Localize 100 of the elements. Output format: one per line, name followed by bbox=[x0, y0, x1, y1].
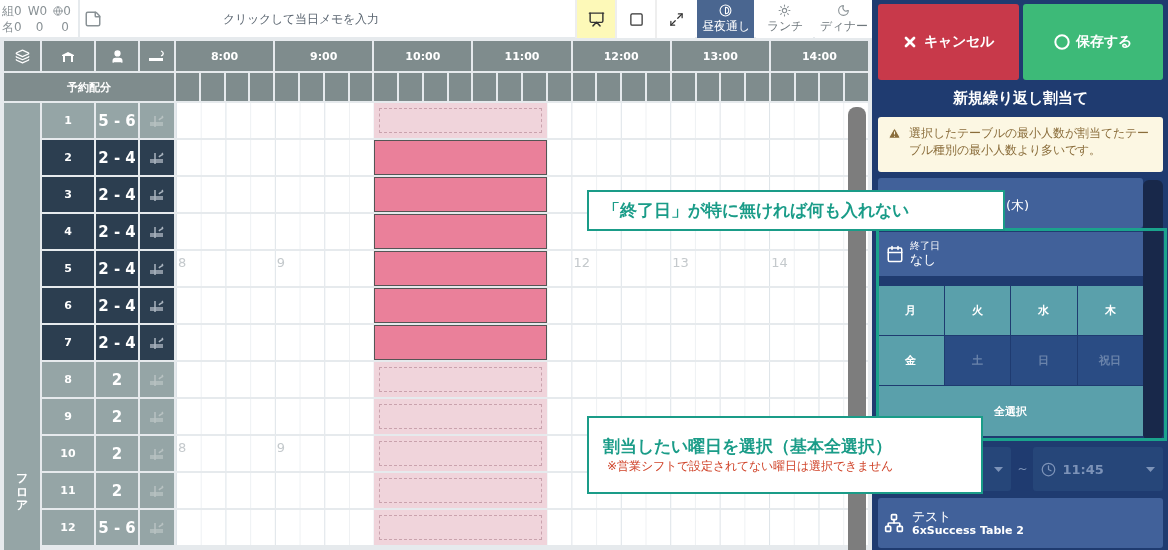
no-smoking-icon bbox=[149, 261, 165, 276]
table-number[interactable]: 8 bbox=[42, 362, 94, 397]
table-capacity: 2 - 4 bbox=[96, 177, 138, 212]
start-date-value: (木) bbox=[1006, 198, 1030, 214]
table-capacity: 2 bbox=[96, 436, 138, 471]
table-number[interactable]: 2 bbox=[42, 140, 94, 175]
allocation-block[interactable] bbox=[373, 140, 547, 175]
table-number[interactable]: 11 bbox=[42, 473, 94, 508]
allocation-block[interactable] bbox=[373, 288, 547, 323]
mode-tab[interactable]: 昼夜通し bbox=[697, 0, 754, 38]
hour-header: 8:00 bbox=[176, 41, 274, 71]
slot-header bbox=[349, 73, 373, 101]
slot-header bbox=[523, 73, 546, 101]
counter-value: 0 bbox=[39, 2, 48, 19]
table-number[interactable]: 1 bbox=[42, 103, 94, 138]
timeline-row[interactable]: 8 9 12 13 14 bbox=[176, 251, 868, 286]
weekday-toggle[interactable]: 月 bbox=[878, 286, 944, 335]
slot-header bbox=[622, 73, 645, 101]
table-capacity: 2 - 4 bbox=[96, 325, 138, 360]
no-smoking-icon bbox=[149, 187, 165, 202]
floor-label: フロア bbox=[16, 472, 28, 512]
no-smoking-icon bbox=[149, 409, 165, 424]
slot-header bbox=[448, 73, 472, 101]
slot-header bbox=[646, 73, 670, 101]
slot-header bbox=[597, 73, 621, 101]
layers-icon bbox=[14, 48, 30, 64]
hour-mark: 14 bbox=[770, 255, 788, 270]
allocation-block[interactable] bbox=[373, 325, 547, 360]
slot-header bbox=[547, 73, 571, 101]
weekday-toggle[interactable]: 金 bbox=[878, 336, 944, 385]
table-number[interactable]: 6 bbox=[42, 288, 94, 323]
timeline-row[interactable] bbox=[176, 288, 868, 323]
slot-header bbox=[225, 73, 249, 101]
smoking-icon bbox=[148, 50, 166, 62]
timeline-row[interactable] bbox=[176, 140, 868, 175]
expand-button[interactable] bbox=[655, 0, 695, 38]
cancel-button[interactable]: キャンセル bbox=[878, 4, 1019, 80]
allocation-block[interactable] bbox=[373, 251, 547, 286]
scrollbar[interactable] bbox=[1143, 180, 1163, 440]
weekday-toggle[interactable]: 火 bbox=[944, 286, 1010, 335]
memo-input[interactable]: クリックして当日メモを入力 bbox=[102, 0, 499, 37]
table-capacity: 5 - 6 bbox=[96, 103, 138, 138]
slot-header bbox=[572, 73, 596, 101]
no-smoking-icon bbox=[149, 150, 165, 165]
hour-header: 13:00 bbox=[671, 41, 769, 71]
caret-icon bbox=[994, 466, 1004, 472]
presenter-button[interactable] bbox=[575, 0, 615, 38]
weekday-toggle[interactable]: 木 bbox=[1077, 286, 1143, 335]
hour-mark: 13 bbox=[671, 255, 689, 270]
moon-icon bbox=[837, 3, 850, 17]
weekday-toggle[interactable]: 土 bbox=[944, 336, 1010, 385]
table-icon bbox=[61, 50, 75, 62]
table-number[interactable]: 3 bbox=[42, 177, 94, 212]
slot-header bbox=[473, 73, 497, 101]
no-smoking-icon bbox=[149, 113, 165, 128]
globe-icon bbox=[53, 5, 64, 16]
weekday-toggle[interactable]: 日 bbox=[1011, 336, 1077, 385]
slot-header bbox=[250, 73, 274, 101]
timeline-row[interactable] bbox=[176, 103, 868, 138]
timeline-row[interactable] bbox=[176, 510, 868, 545]
table-capacity: 2 - 4 bbox=[96, 251, 138, 286]
calendar-icon bbox=[886, 245, 904, 263]
table-number[interactable]: 7 bbox=[42, 325, 94, 360]
hour-mark: 8 bbox=[177, 440, 187, 455]
hour-header: 14:00 bbox=[770, 41, 868, 71]
allocation-header: 予約配分 bbox=[4, 73, 174, 101]
weekday-toggle[interactable]: 祝日 bbox=[1077, 336, 1143, 385]
timeline-row[interactable] bbox=[176, 325, 868, 360]
square-button[interactable] bbox=[615, 0, 655, 38]
allocation-block[interactable] bbox=[373, 177, 547, 212]
slot-header bbox=[845, 73, 868, 101]
end-date-value: なし bbox=[910, 252, 937, 268]
end-time-select[interactable]: 11:45 bbox=[1033, 447, 1163, 491]
table-number[interactable]: 10 bbox=[42, 436, 94, 471]
weekday-toggle[interactable]: 水 bbox=[1011, 286, 1077, 335]
counter-value: 0 bbox=[14, 2, 22, 19]
save-button[interactable]: 保存する bbox=[1022, 4, 1163, 80]
table-card[interactable]: テスト 6xSuccess Table 2 bbox=[878, 498, 1163, 548]
no-smoking-icon bbox=[149, 520, 165, 535]
expand-icon bbox=[668, 11, 684, 27]
slot-header bbox=[820, 73, 844, 101]
table-card-title: テスト bbox=[912, 508, 952, 525]
table-number[interactable]: 9 bbox=[42, 399, 94, 434]
table-number[interactable]: 5 bbox=[42, 251, 94, 286]
slot-header bbox=[399, 73, 422, 101]
allocation-block[interactable] bbox=[373, 214, 547, 249]
slot-header bbox=[176, 73, 199, 101]
hour-mark: 9 bbox=[275, 440, 286, 455]
no-smoking-icon bbox=[149, 483, 165, 498]
table-capacity: 2 bbox=[96, 473, 138, 508]
hour-header: 11:00 bbox=[473, 41, 571, 71]
memo-icon bbox=[84, 9, 102, 28]
timeline-row[interactable] bbox=[176, 362, 868, 397]
table-number[interactable]: 4 bbox=[42, 214, 94, 249]
end-date-field[interactable]: 終了日 なし bbox=[878, 232, 1143, 276]
slot-header bbox=[299, 73, 323, 101]
table-number[interactable]: 12 bbox=[42, 510, 94, 545]
slot-header bbox=[275, 73, 298, 101]
no-smoking-icon bbox=[149, 224, 165, 239]
slot-header bbox=[374, 73, 398, 101]
